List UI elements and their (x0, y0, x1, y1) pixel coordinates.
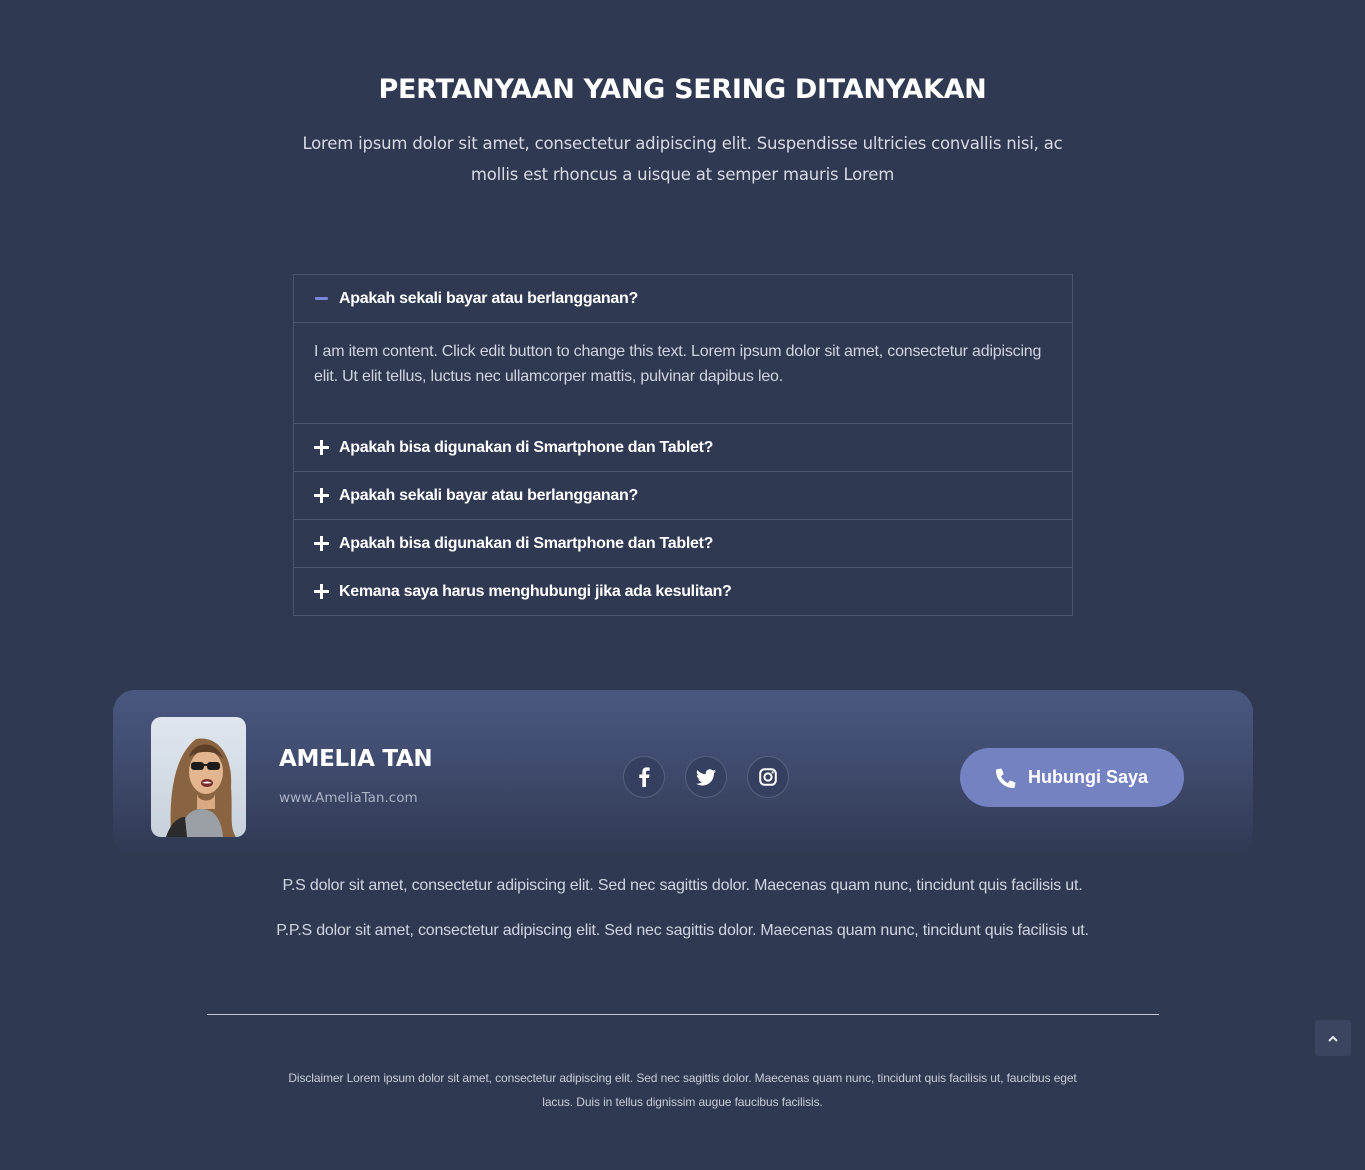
faq-question: Apakah bisa digunakan di Smartphone dan … (339, 438, 714, 456)
faq-answer: I am item content. Click edit button to … (294, 322, 1072, 423)
minus-icon (314, 291, 329, 306)
faq-accordion: Apakah sekali bayar atau berlangganan? I… (293, 274, 1073, 616)
faq-toggle[interactable]: Apakah bisa digunakan di Smartphone dan … (294, 520, 1072, 567)
faq-toggle[interactable]: Kemana saya harus menghubungi jika ada k… (294, 568, 1072, 615)
faq-item: Apakah bisa digunakan di Smartphone dan … (294, 423, 1072, 471)
chevron-up-icon (1328, 1035, 1338, 1042)
instagram-icon (759, 768, 777, 786)
profile-website[interactable]: www.AmeliaTan.com (279, 790, 418, 806)
faq-item: Kemana saya harus menghubungi jika ada k… (294, 567, 1072, 615)
faq-question: Apakah sekali bayar atau berlangganan? (339, 486, 638, 504)
faq-toggle[interactable]: Apakah sekali bayar atau berlangganan? (294, 275, 1072, 322)
contact-button-label: Hubungi Saya (1027, 767, 1148, 787)
plus-icon (314, 536, 329, 551)
faq-item: Apakah sekali bayar atau berlangganan? (294, 471, 1072, 519)
divider (207, 1014, 1159, 1015)
profile-card: AMELIA TAN www.AmeliaTan.com Hubungi Say… (113, 690, 1253, 856)
phone-icon (995, 768, 1016, 788)
ps-note: P.S dolor sit amet, consectetur adipisci… (282, 877, 1083, 894)
faq-subtitle: Lorem ipsum dolor sit amet, consectetur … (302, 134, 1063, 184)
faq-question: Apakah bisa digunakan di Smartphone dan … (339, 534, 714, 552)
plus-icon (314, 488, 329, 503)
faq-question: Apakah sekali bayar atau berlangganan? (339, 289, 638, 307)
faq-toggle[interactable]: Apakah sekali bayar atau berlangganan? (294, 472, 1072, 519)
plus-icon (314, 440, 329, 455)
plus-icon (314, 584, 329, 599)
twitter-link[interactable] (685, 756, 727, 798)
profile-name: AMELIA TAN (279, 746, 433, 772)
facebook-link[interactable] (623, 756, 665, 798)
contact-button[interactable]: Hubungi Saya (960, 748, 1184, 807)
facebook-icon (639, 767, 650, 787)
scroll-to-top-button[interactable] (1315, 1020, 1351, 1056)
faq-item: Apakah bisa digunakan di Smartphone dan … (294, 519, 1072, 567)
instagram-link[interactable] (747, 756, 789, 798)
faq-question: Kemana saya harus menghubungi jika ada k… (339, 582, 732, 600)
faq-item: Apakah sekali bayar atau berlangganan? I… (294, 275, 1072, 423)
faq-toggle[interactable]: Apakah bisa digunakan di Smartphone dan … (294, 424, 1072, 471)
pps-note: P.P.S dolor sit amet, consectetur adipis… (276, 922, 1089, 939)
faq-title: PERTANYAAN YANG SERING DITANYAKAN (378, 74, 987, 105)
avatar (151, 717, 246, 837)
disclaimer: Disclaimer Lorem ipsum dolor sit amet, c… (288, 1071, 1077, 1109)
twitter-icon (696, 768, 716, 785)
